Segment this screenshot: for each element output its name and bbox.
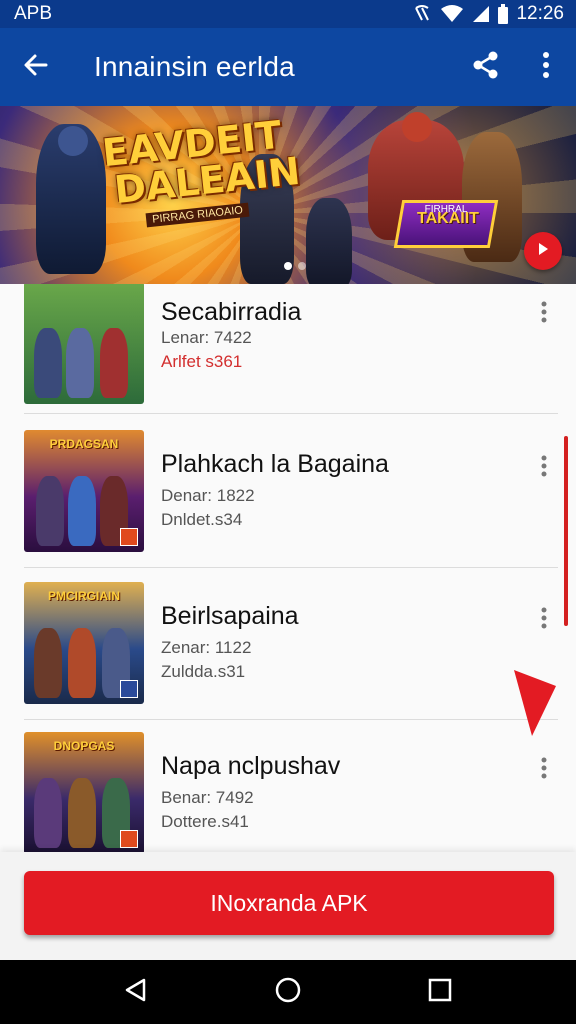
cta-container: INoxranda APK [0, 852, 576, 960]
thumb-figure [34, 628, 62, 698]
thumb-title: PMCIRGIAIN [48, 589, 120, 603]
item-title: Napa nclpushav [161, 752, 341, 780]
more-vert-icon [541, 455, 547, 482]
item-thumbnail [24, 284, 144, 404]
banner-soldier-figure [306, 198, 352, 284]
banner-hero-head [58, 126, 88, 156]
thumb-figure [36, 476, 64, 546]
item-thumbnail: DNOPGAS [24, 732, 144, 852]
share-icon [471, 50, 501, 85]
item-downloads: Lenar: 7422 [161, 328, 252, 347]
battery-icon [498, 4, 509, 24]
item-downloads: Zenar: 1122 [161, 638, 252, 657]
thumb-figure [68, 628, 96, 698]
back-arrow-icon [22, 51, 50, 84]
thumb-badge [120, 528, 138, 546]
app-list: Secabirradia Lenar: 7422 Arlfet s361 PRD… [0, 284, 576, 852]
thumb-figure [68, 476, 96, 546]
item-title: Plahkach la Bagaina [161, 450, 389, 478]
banner-warrior-head [402, 112, 432, 142]
system-nav-bar [0, 960, 576, 1024]
item-menu-button[interactable] [530, 296, 558, 332]
more-vert-icon [541, 607, 547, 634]
more-vert-icon [542, 51, 550, 83]
banner-dot[interactable] [284, 262, 292, 270]
item-thumbnail: PMCIRGIAIN [24, 582, 144, 704]
item-version: Dnldet.s34 [161, 510, 243, 529]
play-icon [536, 242, 550, 261]
item-version: Dottere.s41 [161, 812, 249, 831]
item-downloads: Benar: 7492 [161, 788, 254, 807]
banner-title: EAVDEIT DALEAIN [100, 113, 302, 213]
nav-back-icon [123, 977, 149, 1008]
more-options-button[interactable] [516, 28, 576, 106]
item-title: Secabirradia [161, 298, 302, 326]
thumb-badge [120, 830, 138, 848]
list-item[interactable]: PMCIRGIAIN Beirlsapaina Zenar: 1122 Zuld… [24, 568, 558, 720]
list-item[interactable]: PRDAGSAN Plahkach la Bagaina Denar: 1822… [24, 416, 558, 568]
status-bar: APB 12:26 [0, 0, 576, 28]
banner-tag-text: TAKAIIT [417, 210, 479, 227]
thumb-figure [68, 778, 96, 848]
more-vert-icon [541, 757, 547, 784]
status-left-text: APB [14, 3, 53, 24]
nav-recents-icon [428, 978, 452, 1007]
item-version: Zuldda.s31 [161, 662, 246, 681]
item-downloads: Denar: 1822 [161, 486, 255, 505]
more-vert-icon [541, 301, 547, 328]
nav-recents-button[interactable] [410, 962, 470, 1022]
status-icons: 12:26 [412, 3, 564, 25]
featured-banner[interactable]: EAVDEIT DALEAIN PIRRAG RIAOAIO [0, 106, 576, 284]
item-version: Arlfet s361 [161, 352, 243, 371]
item-menu-button[interactable] [530, 752, 558, 788]
banner-pager-dots [284, 262, 306, 270]
wifi-icon [440, 4, 464, 24]
nfc-icon [412, 4, 432, 24]
list-item[interactable]: Secabirradia Lenar: 7422 Arlfet s361 [24, 284, 558, 414]
pointer-arrow-icon [510, 668, 558, 743]
item-menu-button[interactable] [530, 450, 558, 486]
app-bar: Innainsin eerlda [0, 28, 576, 106]
thumb-title: DNOPGAS [53, 739, 115, 753]
thumb-title: PRDAGSAN [49, 437, 119, 451]
banner-play-button[interactable] [524, 232, 562, 270]
nav-home-button[interactable] [258, 962, 318, 1022]
thumb-figure [66, 328, 94, 398]
thumb-figure [34, 328, 62, 398]
thumb-figure [100, 328, 128, 398]
item-thumbnail: PRDAGSAN [24, 430, 144, 552]
nav-back-button[interactable] [106, 962, 166, 1022]
nav-home-icon [274, 976, 302, 1009]
list-scrollbar[interactable] [564, 436, 568, 626]
thumb-badge [120, 680, 138, 698]
signal-icon [472, 5, 490, 23]
download-apk-button[interactable]: INoxranda APK [24, 871, 554, 935]
status-time: 12:26 [516, 3, 564, 24]
item-menu-button[interactable] [530, 602, 558, 638]
thumb-figure [34, 778, 62, 848]
banner-dot[interactable] [298, 262, 306, 270]
list-item[interactable]: DNOPGAS Napa nclpushav Benar: 7492 Dotte… [24, 720, 558, 852]
page-title: Innainsin eerlda [94, 51, 295, 82]
back-button[interactable] [0, 28, 72, 106]
item-title: Beirlsapaina [161, 602, 299, 630]
share-button[interactable] [456, 28, 516, 106]
